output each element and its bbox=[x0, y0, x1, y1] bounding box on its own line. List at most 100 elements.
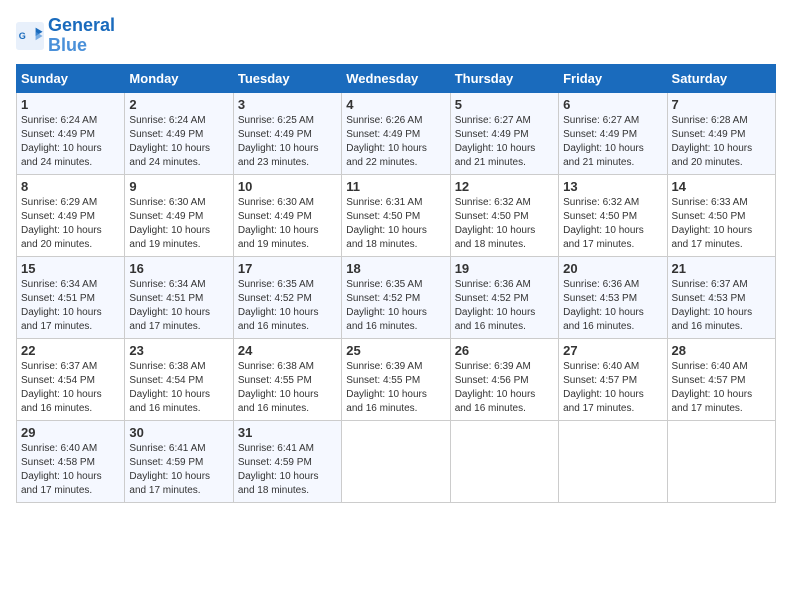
day-number: 2 bbox=[129, 97, 228, 112]
calendar-cell: 4Sunrise: 6:26 AMSunset: 4:49 PMDaylight… bbox=[342, 92, 450, 174]
calendar-week-5: 29Sunrise: 6:40 AMSunset: 4:58 PMDayligh… bbox=[17, 420, 776, 502]
day-number: 25 bbox=[346, 343, 445, 358]
calendar-cell: 20 Sunrise: 6:36 AMSunset: 4:53 PMDayligh… bbox=[559, 256, 667, 338]
day-info: Sunrise: 6:31 AMSunset: 4:50 PMDaylight:… bbox=[346, 196, 445, 252]
day-number: 31 bbox=[238, 425, 337, 440]
calendar-cell: 15 Sunrise: 6:34 AMSunset: 4:51 PMDayligh… bbox=[17, 256, 125, 338]
calendar-cell bbox=[667, 420, 775, 502]
day-number: 21 bbox=[672, 261, 771, 276]
calendar-cell: 27 Sunrise: 6:40 AMSunset: 4:57 PMDayligh… bbox=[559, 338, 667, 420]
calendar-cell: 28 Sunrise: 6:40 AMSunset: 4:57 PMDayligh… bbox=[667, 338, 775, 420]
day-info: Sunrise: 6:40 AMSunset: 4:57 PMDaylight:… bbox=[563, 360, 662, 416]
calendar-cell: 23 Sunrise: 6:38 AMSunset: 4:54 PMDayligh… bbox=[125, 338, 233, 420]
calendar-cell: 2 Sunrise: 6:24 AMSunset: 4:49 PMDaylight… bbox=[125, 92, 233, 174]
day-header-monday: Monday bbox=[125, 64, 233, 92]
day-number: 16 bbox=[129, 261, 228, 276]
calendar-cell: 21 Sunrise: 6:37 AMSunset: 4:53 PMDayligh… bbox=[667, 256, 775, 338]
logo: G GeneralBlue bbox=[16, 16, 115, 56]
day-number: 15 bbox=[21, 261, 120, 276]
day-number: 22 bbox=[21, 343, 120, 358]
calendar-cell: 7 Sunrise: 6:28 AMSunset: 4:49 PMDaylight… bbox=[667, 92, 775, 174]
calendar-cell: 31 Sunrise: 6:41 AMSunset: 4:59 PMDayligh… bbox=[233, 420, 341, 502]
day-number: 3 bbox=[238, 97, 337, 112]
day-info: Sunrise: 6:25 AMSunset: 4:49 PMDaylight:… bbox=[238, 114, 337, 170]
day-info: Sunrise: 6:39 AMSunset: 4:55 PMDaylight:… bbox=[346, 360, 445, 416]
day-info: Sunrise: 6:39 AMSunset: 4:56 PMDaylight:… bbox=[455, 360, 554, 416]
calendar-cell: 12 Sunrise: 6:32 AMSunset: 4:50 PMDayligh… bbox=[450, 174, 558, 256]
day-number: 10 bbox=[238, 179, 337, 194]
day-number: 12 bbox=[455, 179, 554, 194]
day-number: 17 bbox=[238, 261, 337, 276]
calendar-week-3: 15 Sunrise: 6:34 AMSunset: 4:51 PMDayligh… bbox=[17, 256, 776, 338]
calendar-cell: 8 Sunrise: 6:29 AMSunset: 4:49 PMDaylight… bbox=[17, 174, 125, 256]
day-number: 8 bbox=[21, 179, 120, 194]
day-info: Sunrise: 6:41 AMSunset: 4:59 PMDaylight:… bbox=[238, 442, 337, 498]
calendar-week-1: 1 Sunrise: 6:24 AMSunset: 4:49 PMDaylight… bbox=[17, 92, 776, 174]
calendar-cell: 16 Sunrise: 6:34 AMSunset: 4:51 PMDayligh… bbox=[125, 256, 233, 338]
day-info: Sunrise: 6:37 AMSunset: 4:54 PMDaylight:… bbox=[21, 360, 120, 416]
svg-text:G: G bbox=[19, 31, 26, 41]
day-info: Sunrise: 6:35 AMSunset: 4:52 PMDaylight:… bbox=[238, 278, 337, 334]
calendar-cell: 10 Sunrise: 6:30 AMSunset: 4:49 PMDayligh… bbox=[233, 174, 341, 256]
calendar-cell: 5 Sunrise: 6:27 AMSunset: 4:49 PMDaylight… bbox=[450, 92, 558, 174]
calendar-cell: 13Sunrise: 6:32 AMSunset: 4:50 PMDayligh… bbox=[559, 174, 667, 256]
day-number: 4 bbox=[346, 97, 445, 112]
calendar-cell: 9Sunrise: 6:30 AMSunset: 4:49 PMDaylight… bbox=[125, 174, 233, 256]
day-info: Sunrise: 6:28 AMSunset: 4:49 PMDaylight:… bbox=[672, 114, 771, 170]
calendar-cell: 22 Sunrise: 6:37 AMSunset: 4:54 PMDayligh… bbox=[17, 338, 125, 420]
day-info: Sunrise: 6:24 AMSunset: 4:49 PMDaylight:… bbox=[129, 114, 228, 170]
day-info: Sunrise: 6:30 AMSunset: 4:49 PMDaylight:… bbox=[129, 196, 228, 252]
day-number: 24 bbox=[238, 343, 337, 358]
day-header-sunday: Sunday bbox=[17, 64, 125, 92]
day-info: Sunrise: 6:36 AMSunset: 4:52 PMDaylight:… bbox=[455, 278, 554, 334]
day-number: 14 bbox=[672, 179, 771, 194]
header: G GeneralBlue bbox=[16, 16, 776, 56]
day-info: Sunrise: 6:35 AMSunset: 4:52 PMDaylight:… bbox=[346, 278, 445, 334]
day-info: Sunrise: 6:38 AMSunset: 4:54 PMDaylight:… bbox=[129, 360, 228, 416]
calendar-week-2: 8 Sunrise: 6:29 AMSunset: 4:49 PMDaylight… bbox=[17, 174, 776, 256]
day-info: Sunrise: 6:24 AMSunset: 4:49 PMDaylight:… bbox=[21, 114, 120, 170]
calendar-cell: 11 Sunrise: 6:31 AMSunset: 4:50 PMDayligh… bbox=[342, 174, 450, 256]
calendar-cell: 24 Sunrise: 6:38 AMSunset: 4:55 PMDayligh… bbox=[233, 338, 341, 420]
calendar-cell: 29Sunrise: 6:40 AMSunset: 4:58 PMDayligh… bbox=[17, 420, 125, 502]
calendar-cell bbox=[450, 420, 558, 502]
day-info: Sunrise: 6:32 AMSunset: 4:50 PMDaylight:… bbox=[455, 196, 554, 252]
day-info: Sunrise: 6:29 AMSunset: 4:49 PMDaylight:… bbox=[21, 196, 120, 252]
day-info: Sunrise: 6:30 AMSunset: 4:49 PMDaylight:… bbox=[238, 196, 337, 252]
header-row: SundayMondayTuesdayWednesdayThursdayFrid… bbox=[17, 64, 776, 92]
day-info: Sunrise: 6:40 AMSunset: 4:57 PMDaylight:… bbox=[672, 360, 771, 416]
calendar-cell: 17 Sunrise: 6:35 AMSunset: 4:52 PMDayligh… bbox=[233, 256, 341, 338]
calendar-week-4: 22 Sunrise: 6:37 AMSunset: 4:54 PMDayligh… bbox=[17, 338, 776, 420]
logo-icon: G bbox=[16, 22, 44, 50]
day-number: 20 bbox=[563, 261, 662, 276]
day-number: 5 bbox=[455, 97, 554, 112]
day-number: 13 bbox=[563, 179, 662, 194]
day-number: 1 bbox=[21, 97, 120, 112]
day-header-friday: Friday bbox=[559, 64, 667, 92]
day-info: Sunrise: 6:33 AMSunset: 4:50 PMDaylight:… bbox=[672, 196, 771, 252]
day-number: 29 bbox=[21, 425, 120, 440]
day-number: 7 bbox=[672, 97, 771, 112]
day-header-wednesday: Wednesday bbox=[342, 64, 450, 92]
day-info: Sunrise: 6:41 AMSunset: 4:59 PMDaylight:… bbox=[129, 442, 228, 498]
calendar-cell: 18Sunrise: 6:35 AMSunset: 4:52 PMDayligh… bbox=[342, 256, 450, 338]
day-info: Sunrise: 6:38 AMSunset: 4:55 PMDaylight:… bbox=[238, 360, 337, 416]
day-number: 27 bbox=[563, 343, 662, 358]
day-info: Sunrise: 6:27 AMSunset: 4:49 PMDaylight:… bbox=[455, 114, 554, 170]
day-info: Sunrise: 6:37 AMSunset: 4:53 PMDaylight:… bbox=[672, 278, 771, 334]
day-number: 11 bbox=[346, 179, 445, 194]
day-header-saturday: Saturday bbox=[667, 64, 775, 92]
day-number: 23 bbox=[129, 343, 228, 358]
calendar-cell: 26Sunrise: 6:39 AMSunset: 4:56 PMDayligh… bbox=[450, 338, 558, 420]
calendar-cell bbox=[559, 420, 667, 502]
day-info: Sunrise: 6:34 AMSunset: 4:51 PMDaylight:… bbox=[21, 278, 120, 334]
day-info: Sunrise: 6:36 AMSunset: 4:53 PMDaylight:… bbox=[563, 278, 662, 334]
calendar-cell: 19 Sunrise: 6:36 AMSunset: 4:52 PMDayligh… bbox=[450, 256, 558, 338]
day-info: Sunrise: 6:27 AMSunset: 4:49 PMDaylight:… bbox=[563, 114, 662, 170]
calendar-cell: 6Sunrise: 6:27 AMSunset: 4:49 PMDaylight… bbox=[559, 92, 667, 174]
day-number: 28 bbox=[672, 343, 771, 358]
day-number: 30 bbox=[129, 425, 228, 440]
day-number: 19 bbox=[455, 261, 554, 276]
calendar-table: SundayMondayTuesdayWednesdayThursdayFrid… bbox=[16, 64, 776, 503]
day-info: Sunrise: 6:34 AMSunset: 4:51 PMDaylight:… bbox=[129, 278, 228, 334]
